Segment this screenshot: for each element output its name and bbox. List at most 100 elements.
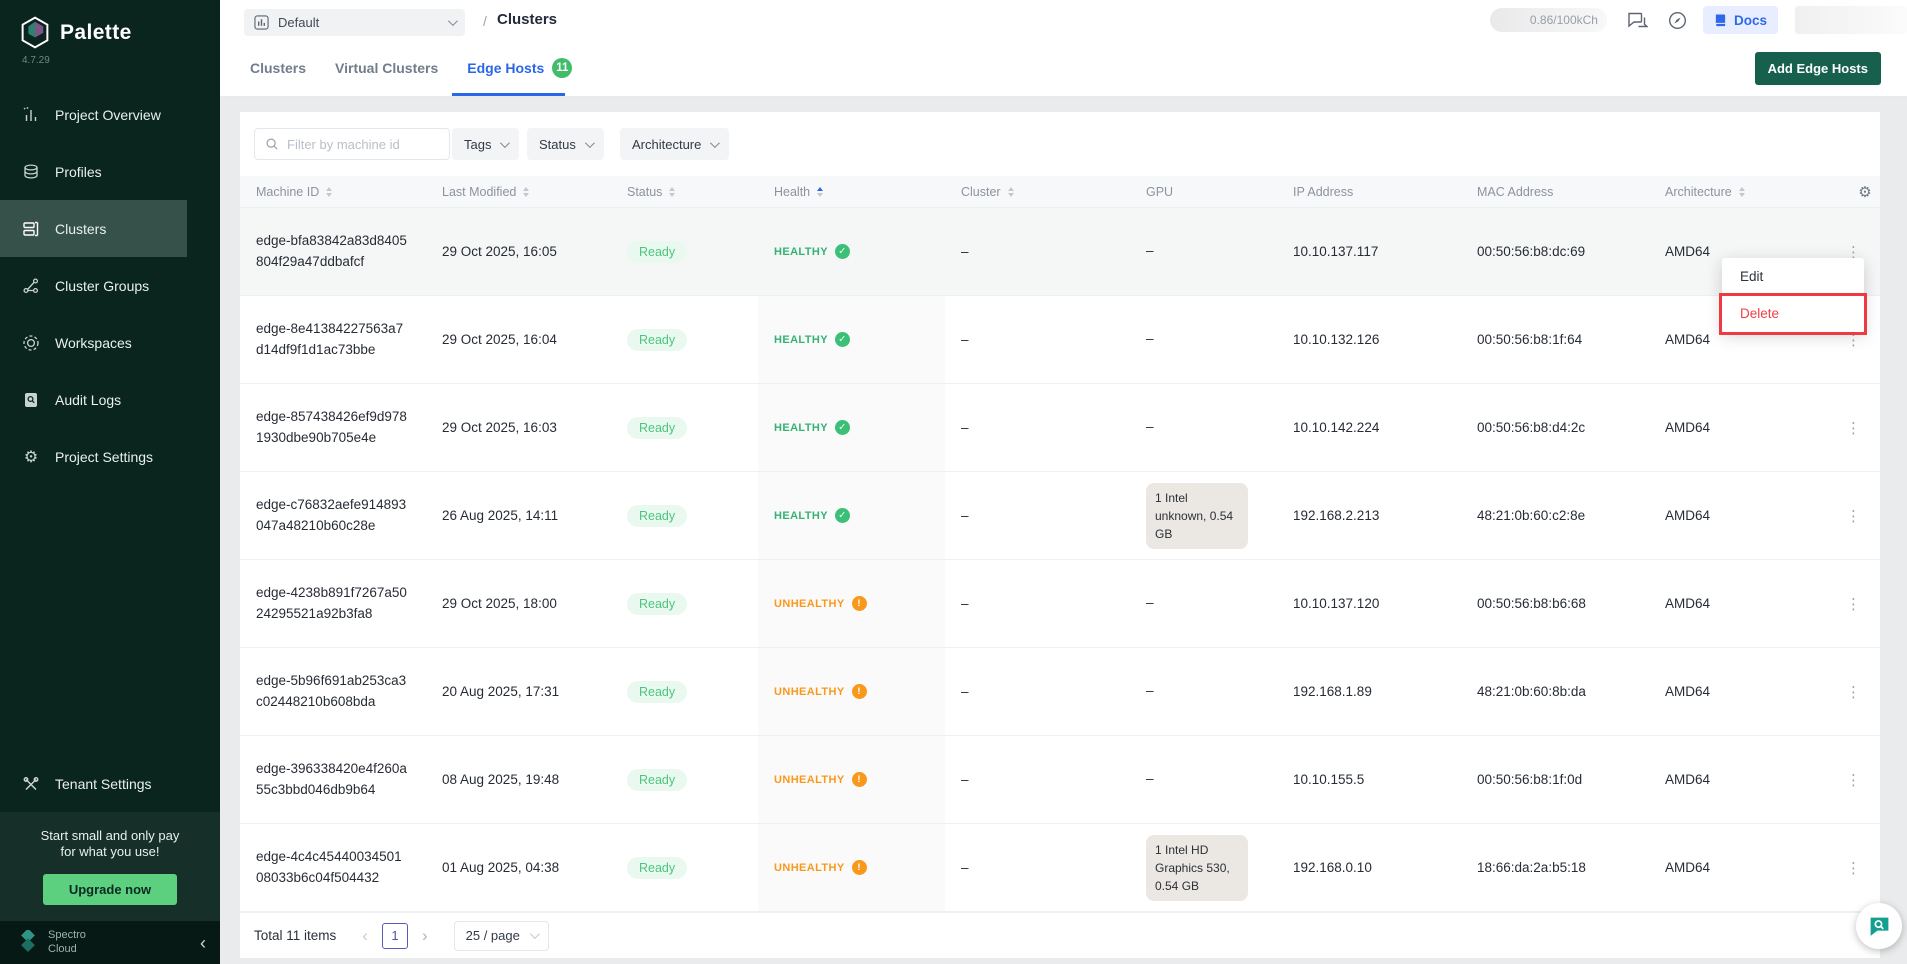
machine-id-cell: edge-4c4c4544003450108033b6c04f504432 (240, 824, 426, 911)
architecture-filter-dropdown[interactable]: Architecture (620, 128, 729, 160)
architecture-cell: AMD64 (1649, 560, 1834, 647)
project-chart-icon (254, 15, 269, 30)
column-settings-gear-icon[interactable]: ⚙ (1834, 183, 1880, 201)
next-page-icon[interactable]: › (422, 926, 428, 946)
previous-page-icon[interactable]: ‹ (362, 926, 368, 946)
kebab-menu-icon[interactable]: ⋮ (1838, 503, 1869, 529)
user-account-area[interactable] (1795, 6, 1907, 34)
promo-line1: Start small and only pay (10, 828, 210, 844)
page-size-select[interactable]: 25 / page (454, 921, 549, 951)
sidebar-item-label: Audit Logs (55, 392, 121, 408)
machine-id-search[interactable] (254, 128, 450, 160)
current-page-button[interactable]: 1 (382, 923, 408, 949)
docs-button[interactable]: Docs (1703, 6, 1778, 34)
kebab-menu-icon[interactable]: ⋮ (1838, 855, 1869, 881)
table-header-row: Machine ID Last Modified Status Health C… (240, 176, 1880, 208)
project-selector[interactable]: Default (244, 9, 465, 36)
ip-address-cell: 192.168.0.10 (1277, 824, 1461, 911)
mac-address-cell: 00:50:56:b8:1f:64 (1461, 296, 1649, 383)
cluster-cell: – (945, 736, 1130, 823)
kebab-menu-icon[interactable]: ⋮ (1838, 767, 1869, 793)
column-header-machine-id[interactable]: Machine ID (240, 185, 426, 199)
status-badge: Ready (627, 329, 687, 351)
context-menu-edit[interactable]: Edit (1722, 258, 1864, 294)
sort-icon[interactable] (326, 187, 332, 197)
explore-compass-icon[interactable] (1668, 11, 1687, 30)
layers-icon (22, 163, 40, 181)
machine-id-cell: edge-5b96f691ab253ca3c02448210b608bda (240, 648, 426, 735)
last-modified-cell: 29 Oct 2025, 16:05 (426, 208, 611, 295)
clusters-icon (22, 220, 40, 238)
kebab-menu-icon[interactable]: ⋮ (1838, 415, 1869, 441)
add-edge-hosts-button[interactable]: Add Edge Hosts (1755, 52, 1881, 85)
sidebar-collapse-icon[interactable]: ‹ (200, 934, 206, 952)
health-status-icon (852, 684, 867, 699)
status-filter-label: Status (539, 137, 576, 152)
cluster-cell: – (945, 472, 1130, 559)
table-row[interactable]: edge-c76832aefe914893047a48210b60c28e 26… (240, 472, 1880, 560)
sidebar-item-cluster-groups[interactable]: Cluster Groups (0, 257, 220, 314)
sidebar: Palette 4.7.29 Project Overview Profiles… (0, 0, 220, 964)
column-header-health[interactable]: Health (758, 185, 945, 199)
column-header-status[interactable]: Status (611, 185, 758, 199)
sidebar-item-project-settings[interactable]: ⚙ Project Settings (0, 428, 220, 485)
sidebar-item-profiles[interactable]: Profiles (0, 143, 220, 200)
column-header-cluster[interactable]: Cluster (945, 185, 1130, 199)
health-cell: UNHEALTHY (758, 648, 945, 735)
column-header-last-modified[interactable]: Last Modified (426, 185, 611, 199)
sort-icon[interactable] (1739, 187, 1745, 197)
kebab-menu-icon[interactable]: ⋮ (1838, 679, 1869, 705)
sidebar-item-tenant-settings[interactable]: Tenant Settings (0, 756, 220, 812)
sort-icon[interactable] (1008, 187, 1014, 197)
upgrade-now-button[interactable]: Upgrade now (43, 874, 177, 905)
machine-id-cell: edge-396338420e4f260a55c3bbd046db9b64 (240, 736, 426, 823)
sort-icon[interactable] (523, 187, 529, 197)
sidebar-item-workspaces[interactable]: Workspaces (0, 314, 220, 371)
status-badge: Ready (627, 241, 687, 263)
sidebar-item-label: Project Settings (55, 449, 153, 465)
status-filter-dropdown[interactable]: Status (527, 128, 604, 160)
health-cell: HEALTHY (758, 472, 945, 559)
gpu-cell: – (1130, 560, 1277, 647)
column-header-gpu: GPU (1130, 185, 1277, 199)
tab-edge-hosts[interactable]: Edge Hosts 11 (467, 58, 572, 78)
sort-icon[interactable] (669, 187, 675, 197)
tab-edge-hosts-label: Edge Hosts (467, 60, 544, 76)
column-header-architecture[interactable]: Architecture (1649, 185, 1834, 199)
health-status-icon (852, 596, 867, 611)
sidebar-nav: Project Overview Profiles Clusters Clust… (0, 86, 220, 485)
status-cell: Ready (611, 736, 758, 823)
kebab-menu-icon[interactable]: ⋮ (1838, 591, 1869, 617)
table-row[interactable]: edge-4c4c4544003450108033b6c04f504432 01… (240, 824, 1880, 912)
context-menu-delete[interactable]: Delete (1722, 294, 1864, 332)
sidebar-item-clusters[interactable]: Clusters (0, 200, 187, 257)
row-actions-cell: ⋮ (1834, 648, 1880, 735)
table-row[interactable]: edge-4238b891f7267a5024295521a92b3fa8 29… (240, 560, 1880, 648)
sidebar-item-audit-logs[interactable]: Audit Logs (0, 371, 220, 428)
sort-icon-active-asc[interactable] (817, 187, 823, 197)
feedback-chat-icon[interactable] (1627, 11, 1648, 30)
search-input[interactable] (287, 137, 439, 152)
tags-filter-dropdown[interactable]: Tags (452, 128, 519, 160)
chevron-down-icon (448, 16, 458, 26)
ip-address-cell: 10.10.155.5 (1277, 736, 1461, 823)
table-row[interactable]: edge-8e41384227563a7d14df9f1d1ac73bbe 29… (240, 296, 1880, 384)
tab-clusters[interactable]: Clusters (250, 60, 306, 76)
tab-bar: Clusters Virtual Clusters Edge Hosts 11 (250, 39, 572, 96)
table-row[interactable]: edge-5b96f691ab253ca3c02448210b608bda 20… (240, 648, 1880, 736)
gear-icon: ⚙ (22, 448, 40, 466)
chevron-down-icon (585, 138, 595, 148)
sidebar-item-project-overview[interactable]: Project Overview (0, 86, 220, 143)
row-actions-cell: ⋮ (1834, 560, 1880, 647)
table-row[interactable]: edge-bfa83842a83d8405804f29a47ddbafcf 29… (240, 208, 1880, 296)
table-row[interactable]: edge-396338420e4f260a55c3bbd046db9b64 08… (240, 736, 1880, 824)
help-chat-launcher[interactable] (1856, 903, 1902, 949)
mac-address-cell: 48:21:0b:60:c2:8e (1461, 472, 1649, 559)
nodes-icon (22, 277, 40, 295)
brand-line2: Cloud (48, 943, 86, 957)
health-status-icon (835, 508, 850, 523)
table-row[interactable]: edge-857438426ef9d9781930dbe90b705e4e 29… (240, 384, 1880, 472)
status-badge: Ready (627, 593, 687, 615)
active-tab-indicator (452, 93, 565, 96)
tab-virtual-clusters[interactable]: Virtual Clusters (335, 60, 438, 76)
